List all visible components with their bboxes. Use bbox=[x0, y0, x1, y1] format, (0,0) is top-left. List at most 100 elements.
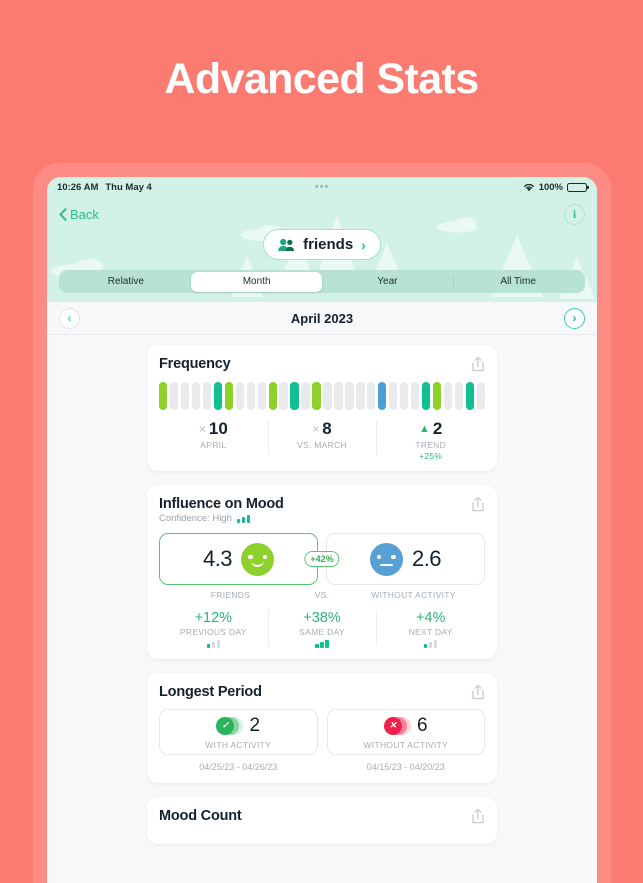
percent-same-day: +38% SAME DAY bbox=[267, 610, 377, 648]
frequency-bar bbox=[356, 382, 365, 410]
period-with-activity-label: WITH ACTIVITY bbox=[205, 739, 272, 750]
stat-vs-march-label: VS. MARCH bbox=[297, 440, 347, 450]
percent-next-day-label: NEXT DAY bbox=[408, 627, 453, 637]
chevron-left-icon bbox=[59, 207, 67, 221]
status-bar: 10:26 AM Thu May 4 ••• 100% bbox=[47, 177, 597, 197]
people-icon bbox=[278, 238, 295, 251]
frequency-bar bbox=[443, 382, 453, 410]
frequency-bar bbox=[290, 382, 299, 410]
info-icon-label: i bbox=[572, 206, 577, 221]
frequency-bar bbox=[235, 382, 245, 410]
cross-badge-glyph: ✕ bbox=[383, 716, 402, 735]
frequency-bar bbox=[279, 382, 288, 410]
neutral-face-icon bbox=[369, 542, 403, 576]
check-badge-icon: ✓ bbox=[216, 716, 244, 735]
frequency-bar bbox=[476, 382, 485, 410]
frequency-bar bbox=[301, 382, 310, 410]
mini-bar bbox=[315, 644, 319, 648]
frequency-card: Frequency × 10 APRIL × 8 VS. MARCH ▲ 2 T… bbox=[147, 345, 497, 471]
segment-month-label: Month bbox=[242, 276, 271, 287]
mood-percent-row: +12% PREVIOUS DAY +38% SAME DAY +4% NEXT… bbox=[159, 610, 485, 659]
segment-relative[interactable]: Relative bbox=[61, 272, 192, 292]
multitask-dots-icon: ••• bbox=[314, 181, 330, 193]
current-month-label: April 2023 bbox=[290, 310, 354, 326]
back-button[interactable]: Back bbox=[59, 207, 99, 222]
mood-count-card-header: Mood Count bbox=[159, 808, 485, 824]
frequency-bar bbox=[159, 382, 168, 410]
multiplier-glyph: × bbox=[312, 422, 320, 436]
share-icon[interactable] bbox=[471, 808, 485, 824]
frequency-card-title: Frequency bbox=[159, 356, 231, 372]
page-title: Advanced Stats bbox=[164, 55, 479, 103]
segment-all-time-label: All Time bbox=[500, 276, 536, 287]
share-icon[interactable] bbox=[471, 684, 485, 700]
frequency-bar bbox=[180, 382, 190, 410]
percent-previous-day: +12% PREVIOUS DAY bbox=[159, 610, 268, 648]
mini-bar bbox=[433, 640, 438, 648]
segment-month[interactable]: Month bbox=[191, 271, 322, 292]
longest-period-card-header: Longest Period bbox=[159, 684, 485, 700]
percent-previous-day-bars bbox=[159, 640, 268, 648]
stat-trend-percent: +25% bbox=[419, 451, 443, 461]
period-with-activity-dates: 04/25/23 - 04/26/23 bbox=[199, 762, 278, 772]
stat-april: × 10 APRIL bbox=[159, 419, 268, 461]
mini-bar bbox=[428, 642, 433, 648]
frequency-bar bbox=[224, 382, 234, 410]
trend-up-icon: ▲ bbox=[419, 423, 430, 435]
share-icon[interactable] bbox=[471, 496, 485, 512]
mood-delta-badge: +42% bbox=[304, 551, 340, 567]
segment-year[interactable]: Year bbox=[322, 272, 453, 292]
period-without-activity-label: WITHOUT ACTIVITY bbox=[363, 739, 448, 750]
longest-period-boxes: ✓ 2 WITH ACTIVITY ✕ 6 WITHOUT ACTIVITY bbox=[159, 709, 485, 755]
longest-period-card-title: Longest Period bbox=[159, 684, 262, 700]
info-icon[interactable]: i bbox=[564, 203, 585, 225]
frequency-bar bbox=[399, 382, 409, 410]
frequency-bar bbox=[465, 382, 475, 410]
frequency-bar bbox=[421, 382, 431, 410]
stat-trend-label: TREND bbox=[415, 440, 447, 450]
friends-filter-pill[interactable]: friends › bbox=[263, 229, 381, 260]
frequency-card-header: Frequency bbox=[159, 356, 485, 372]
frequency-bar bbox=[410, 382, 420, 410]
mood-label-vs: VS. bbox=[314, 590, 330, 600]
stat-trend-value: 2 bbox=[432, 419, 443, 438]
frequency-bar bbox=[454, 382, 464, 410]
mood-comparison-labels: FRIENDS VS. WITHOUT ACTIVITY bbox=[159, 590, 485, 600]
mood-count-card-title: Mood Count bbox=[159, 808, 242, 824]
longest-period-dates: 04/25/23 - 04/26/23 04/15/23 - 04/20/23 bbox=[159, 755, 485, 783]
frequency-bar bbox=[432, 382, 442, 410]
mood-label-primary: FRIENDS bbox=[210, 590, 251, 600]
month-navigator: ‹ April 2023 › bbox=[47, 302, 597, 335]
friends-filter-label: friends bbox=[303, 236, 354, 253]
mini-bar bbox=[246, 514, 251, 523]
frequency-bar bbox=[213, 382, 223, 410]
percent-next-day: +4% NEXT DAY bbox=[376, 610, 485, 648]
mood-box-with-activity: 4.3 bbox=[159, 533, 318, 585]
mood-count-card: Mood Count bbox=[147, 797, 497, 844]
frequency-bar bbox=[345, 382, 354, 410]
stat-vs-march-value: 8 bbox=[322, 419, 332, 438]
influence-on-mood-card: Influence on Mood Confidence: High 4.3 +… bbox=[147, 485, 497, 659]
frequency-bar-chart bbox=[159, 382, 485, 410]
segment-all-time[interactable]: All Time bbox=[452, 272, 584, 292]
segment-relative-label: Relative bbox=[107, 276, 144, 287]
influence-card-title: Influence on Mood bbox=[159, 496, 284, 512]
mini-bar bbox=[241, 516, 246, 523]
longest-period-card: Longest Period ✓ 2 WITH ACTIVITY ✕ 6 WIT… bbox=[147, 673, 497, 783]
mini-bar bbox=[320, 642, 324, 648]
share-icon[interactable] bbox=[471, 356, 485, 372]
frequency-bar bbox=[202, 382, 212, 410]
period-box-with-activity: ✓ 2 WITH ACTIVITY bbox=[159, 709, 318, 755]
percent-same-day-label: SAME DAY bbox=[299, 627, 345, 637]
device-frame: 10:26 AM Thu May 4 ••• 100% Back i frien… bbox=[33, 163, 611, 883]
range-segmented-control[interactable]: Relative Month Year All Time bbox=[59, 270, 585, 293]
app-header: Back i friends › Relative Month Year All… bbox=[47, 197, 597, 302]
period-with-activity-value: 2 bbox=[249, 714, 261, 736]
happy-face-icon bbox=[241, 542, 275, 576]
frequency-bar bbox=[323, 382, 332, 410]
stats-scroll-area[interactable]: Frequency × 10 APRIL × 8 VS. MARCH ▲ 2 T… bbox=[47, 335, 597, 883]
frequency-bar bbox=[378, 382, 387, 410]
period-box-without-activity: ✕ 6 WITHOUT ACTIVITY bbox=[326, 709, 485, 755]
confidence-level-bars bbox=[236, 514, 251, 523]
mini-bar bbox=[325, 640, 329, 648]
